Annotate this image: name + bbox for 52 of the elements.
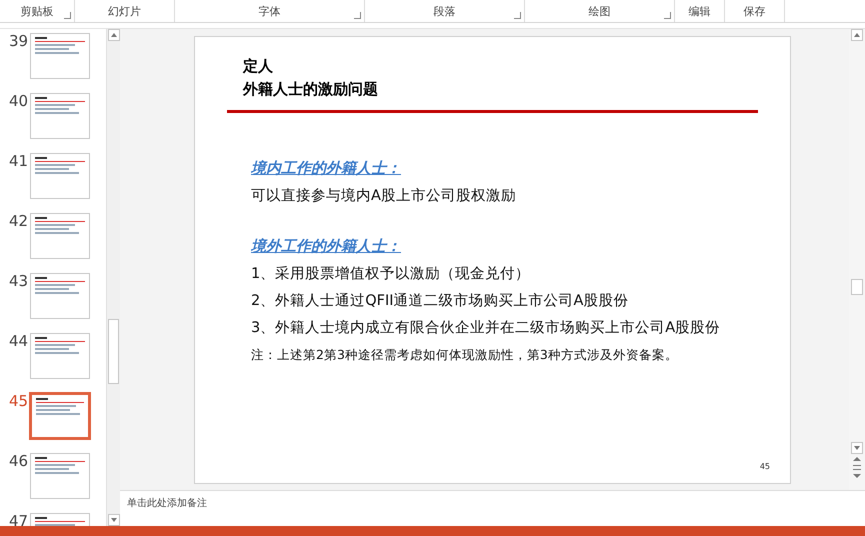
bullet-text: 1、采用股票增值权予以激励（现金兑付） (251, 265, 530, 284)
slide-scrollbar[interactable] (849, 29, 865, 490)
dialog-launcher-icon[interactable] (64, 12, 71, 19)
ribbon-group-label: 幻灯片 (108, 4, 141, 20)
slide-thumbnail[interactable] (30, 153, 90, 199)
slide-number: 47 (8, 513, 30, 526)
scroll-down-button[interactable] (108, 514, 120, 526)
slide-number: 45 (8, 393, 30, 409)
ribbon-group-label: 绘图 (588, 4, 610, 20)
dialog-launcher-icon[interactable] (354, 12, 361, 19)
caret-down-icon (854, 446, 860, 450)
previous-slide-icon[interactable] (853, 457, 861, 466)
section-heading: 境外工作的外籍人士： (251, 236, 401, 256)
note-text: 注：上述第2第3种途径需考虑如何体现激励性，第3种方式涉及外资备案。 (251, 346, 678, 364)
ribbon-group-label: 段落 (434, 4, 456, 20)
slide-thumbnail[interactable] (30, 213, 90, 259)
slide-title: 外籍人士的激励问题 (242, 79, 379, 100)
scroll-thumb[interactable] (108, 319, 119, 384)
slide-number: 40 (8, 93, 30, 109)
ribbon-group-label: 剪贴板 (20, 4, 54, 20)
slide-number: 44 (8, 333, 30, 349)
slide-thumbnail[interactable] (30, 453, 90, 499)
scroll-up-button[interactable] (851, 29, 863, 41)
thumbnail-scrollbar[interactable] (106, 29, 120, 526)
ribbon-group-label: 编辑 (688, 4, 710, 20)
dialog-launcher-icon[interactable] (514, 12, 521, 19)
ribbon-group-label: 保存 (744, 4, 766, 20)
scroll-up-button[interactable] (108, 29, 120, 41)
section-heading: 境内工作的外籍人士： (251, 158, 401, 178)
bullet-text: 可以直接参与境内A股上市公司股权激励 (251, 186, 516, 206)
slide-thumbnail[interactable] (30, 393, 90, 439)
slide-thumbnail[interactable] (30, 33, 90, 79)
page-number: 45 (760, 461, 770, 473)
bullet-text: 2、外籍人士通过QFII通道二级市场购买上市公司A股股份 (251, 292, 628, 311)
slide-number: 46 (8, 453, 30, 469)
slide-thumbnail[interactable] (30, 93, 90, 139)
slide-number: 42 (8, 213, 30, 229)
caret-up-icon (110, 33, 116, 37)
ribbon-group-label: 字体 (258, 4, 280, 20)
scroll-thumb[interactable] (851, 278, 863, 294)
bullet-text: 3、外籍人士境内成立有限合伙企业并在二级市场购买上市公司A股股份 (251, 318, 720, 338)
slide-title: 定人 (242, 56, 274, 77)
dialog-launcher-icon[interactable] (664, 12, 671, 19)
slide-number: 39 (8, 33, 30, 49)
slide-number: 41 (8, 153, 30, 169)
slide-thumbnail[interactable] (30, 273, 90, 319)
caret-down-icon (110, 518, 116, 522)
scroll-down-button[interactable] (851, 442, 863, 454)
next-slide-icon[interactable] (853, 469, 861, 478)
slide-number: 43 (8, 273, 30, 289)
caret-up-icon (854, 33, 860, 37)
slide-thumbnail[interactable] (30, 333, 90, 379)
